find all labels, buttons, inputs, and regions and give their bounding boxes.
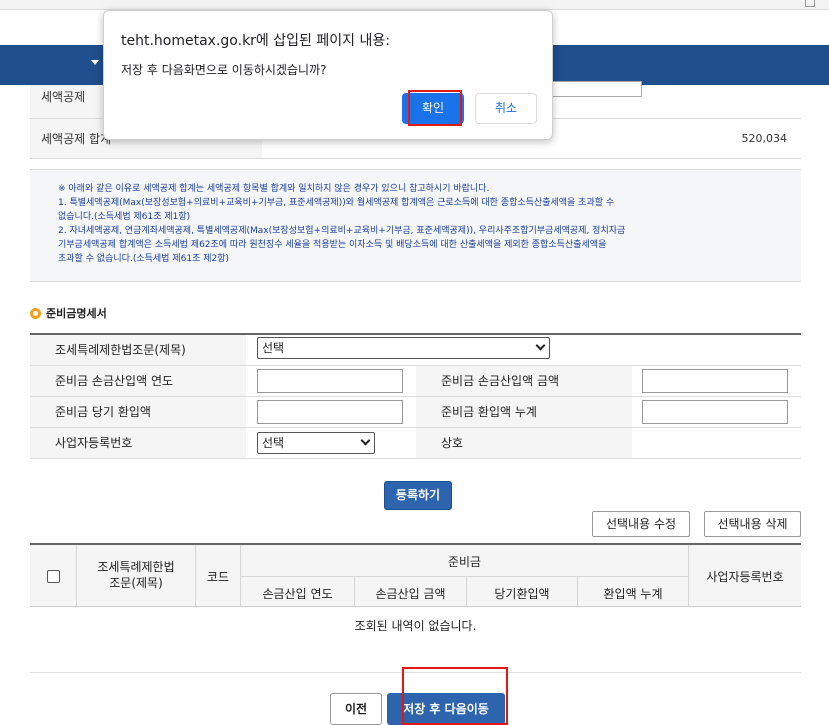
cumulative-return-input[interactable] (642, 400, 788, 424)
col-law-header: 조세특례제한법 조문(제목) (77, 559, 195, 591)
current-return-input[interactable] (257, 400, 403, 424)
amount-label: 준비금 손금산입액 금액 (416, 366, 632, 396)
result-table-header: 조세특례제한법 조문(제목) 코드 준비금 손금산입 연도 손금산입 금액 당기… (30, 543, 801, 607)
delete-selected-button[interactable]: 선택내용 삭제 (704, 511, 801, 537)
col-reserve-header: 준비금 (447, 555, 482, 569)
year-label: 준비금 손금산입액 연도 (30, 366, 246, 396)
law-select-value: 선택 (262, 341, 285, 355)
dialog-cancel-button[interactable]: 취소 (475, 93, 537, 124)
cumulative-return-label: 준비금 환입액 누계 (416, 397, 632, 427)
notice-line: 기부금세액공제 합계액은 소득세법 제62조에 따라 원천징수 세율을 적용받는… (58, 240, 607, 250)
col-law-line1: 조세특례제한법 (97, 560, 175, 574)
summary-total-value: 520,034 (741, 132, 788, 145)
company-label: 상호 (416, 428, 632, 458)
form-row-law: 조세특례제한법조문(제목) 선택 (30, 335, 801, 366)
bizno-label: 사업자등록번호 (30, 428, 246, 458)
reserve-form: 조세특례제한법조문(제목) 선택 준비금 손금산입액 연도 준비금 손금산입액 … (30, 333, 801, 459)
form-row-year: 준비금 손금산입액 연도 준비금 손금산입액 금액 (30, 366, 801, 397)
prev-button[interactable]: 이전 (330, 693, 382, 725)
col-year-header: 손금산입 연도 (262, 587, 333, 601)
col-cumulative-header: 환입액 누계 (603, 587, 663, 601)
highlight-box-ok (408, 90, 462, 126)
form-row-business: 사업자등록번호 선택 상호 (30, 428, 801, 459)
dialog-title: teht.hometax.go.kr에 삽입된 페이지 내용: (121, 33, 390, 49)
notice-box: ※ 아래와 같은 이유로 세액공제 합계는 세액공제 항목별 합계와 일치하지 … (30, 169, 801, 282)
law-select[interactable]: 선택 (257, 337, 550, 359)
chevron-down-icon (535, 340, 546, 351)
year-input[interactable] (257, 369, 403, 393)
law-label: 조세특례제한법조문(제목) (30, 335, 246, 365)
bizno-select-value: 선택 (262, 436, 285, 450)
current-return-label: 준비금 당기 환입액 (30, 397, 246, 427)
confirm-dialog: teht.hometax.go.kr에 삽입된 페이지 내용: 저장 후 다음화… (103, 10, 553, 140)
col-bizno-header: 사업자등록번호 (706, 570, 784, 584)
register-button[interactable]: 등록하기 (384, 481, 452, 510)
empty-result-message: 조회된 내역이 없습니다. (354, 619, 477, 633)
highlight-box-save-next (402, 667, 508, 725)
edit-selected-button[interactable]: 선택내용 수정 (592, 511, 690, 537)
dialog-message: 저장 후 다음화면으로 이동하시겠습니까? (121, 63, 327, 77)
notice-line: 초과할 수 없습니다.(소득세법 제61조 제2항) (58, 254, 229, 264)
col-amount-header: 손금산입 금액 (375, 587, 446, 601)
notice-line: 없습니다.(소득세법 제61조 제1항) (58, 212, 191, 222)
notice-line: ※ 아래와 같은 이유로 세액공제 합계는 세액공제 항목별 합계와 일치하지 … (58, 184, 490, 194)
col-code-header: 코드 (206, 570, 230, 584)
window-tab-icon (805, 0, 815, 7)
notice-line: 1. 특별세액공제(Max(보장성보험+의료비+교육비+기부금, 표준세액공제)… (58, 198, 615, 208)
select-all-checkbox[interactable] (47, 570, 60, 583)
section-title: 준비금명세서 (30, 305, 107, 321)
chevron-down-icon (360, 435, 371, 446)
notice-line: 2. 자녀세액공제, 연금계좌세액공제, 특별세액공제(Max(보장성보험+의료… (58, 226, 626, 236)
bullet-icon (30, 307, 41, 319)
col-law-line2: 조문(제목) (109, 576, 163, 590)
chevron-down-icon[interactable] (91, 60, 99, 65)
header-divider (241, 576, 688, 577)
section-title-text: 준비금명세서 (46, 307, 107, 320)
browser-top-strip (0, 0, 829, 10)
col-current-header: 당기환입액 (494, 587, 550, 601)
amount-input[interactable] (642, 369, 788, 393)
form-row-return: 준비금 당기 환입액 준비금 환입액 누계 (30, 397, 801, 428)
bizno-select[interactable]: 선택 (257, 432, 375, 454)
